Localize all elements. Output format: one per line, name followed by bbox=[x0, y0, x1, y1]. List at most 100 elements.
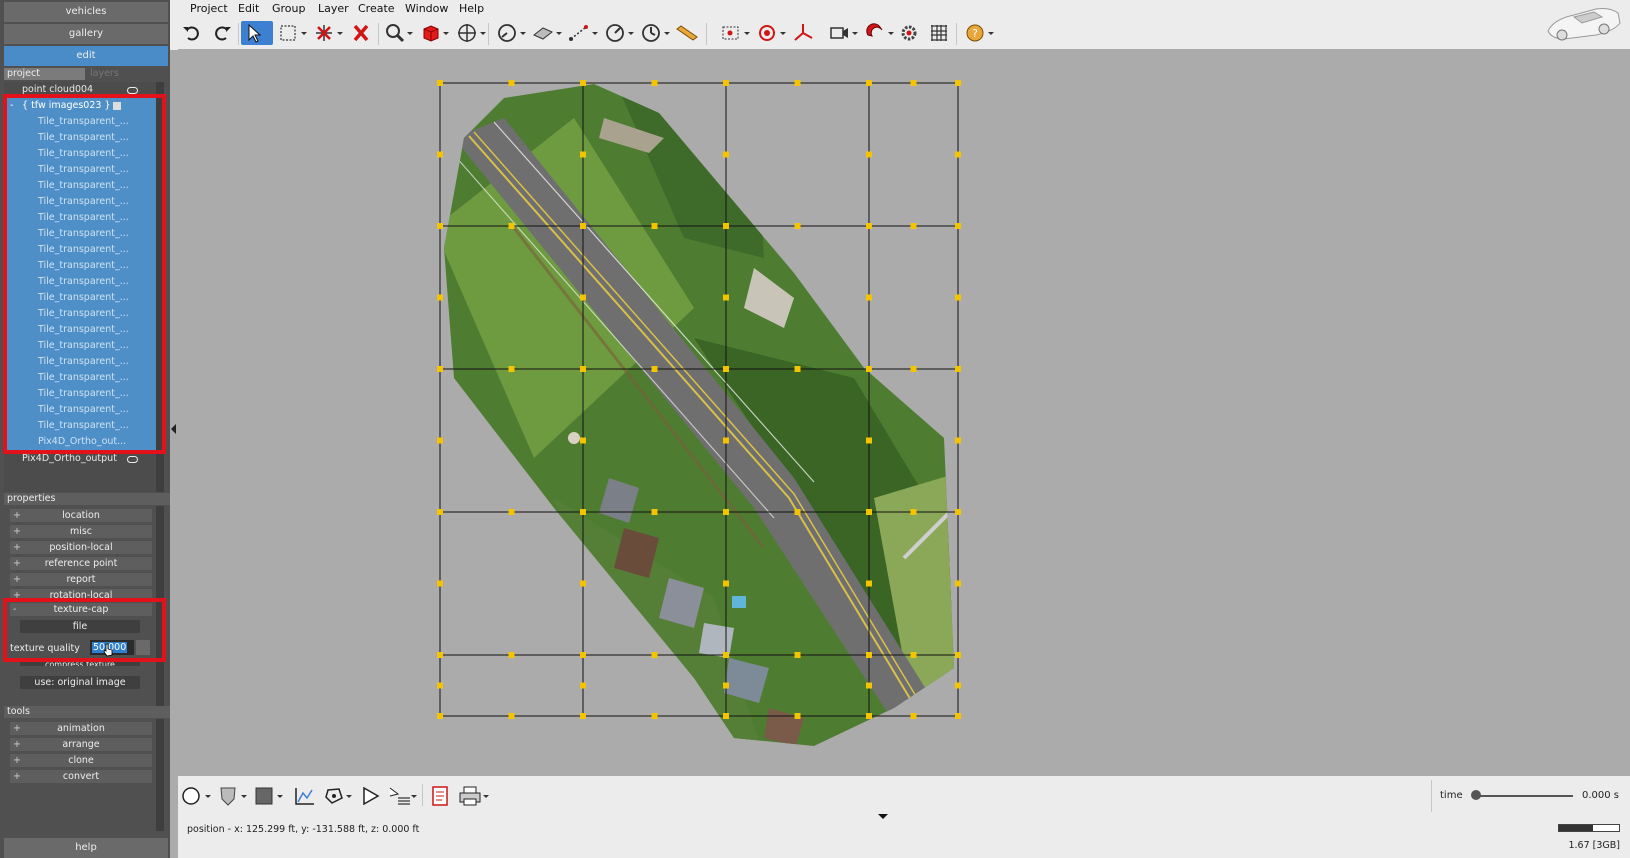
grid-handle[interactable] bbox=[437, 366, 443, 372]
help-icon[interactable]: ? bbox=[962, 21, 988, 45]
orthomosaic-canvas[interactable] bbox=[434, 78, 974, 758]
grid-handle[interactable] bbox=[437, 437, 443, 444]
menu-help[interactable]: Help bbox=[459, 2, 484, 15]
zoom-icon[interactable] bbox=[382, 21, 408, 45]
dropdown-arrow-icon[interactable] bbox=[480, 32, 486, 35]
clock-dial-icon[interactable] bbox=[638, 21, 664, 45]
grid-handle[interactable] bbox=[910, 713, 917, 719]
grid-handle[interactable] bbox=[723, 682, 729, 689]
camera-icon[interactable] bbox=[826, 21, 852, 45]
grid-handle[interactable] bbox=[794, 80, 801, 86]
grid-handle[interactable] bbox=[508, 713, 515, 719]
grid-handle[interactable] bbox=[580, 652, 586, 658]
property-position-local[interactable]: + position-local bbox=[10, 541, 152, 554]
grid-handle[interactable] bbox=[866, 713, 872, 719]
grid-handle[interactable] bbox=[508, 366, 515, 372]
grid-handle[interactable] bbox=[651, 509, 658, 515]
grid-handle[interactable] bbox=[437, 682, 443, 689]
dropdown-arrow-icon[interactable] bbox=[407, 32, 413, 35]
print-icon[interactable] bbox=[456, 784, 484, 808]
grid-handle[interactable] bbox=[437, 652, 443, 658]
3d-viewport[interactable] bbox=[178, 50, 1630, 776]
dropdown-arrow-icon[interactable] bbox=[888, 32, 894, 35]
grid-handle[interactable] bbox=[723, 437, 729, 444]
gallery-button[interactable]: gallery bbox=[4, 24, 168, 44]
grid-handle[interactable] bbox=[866, 437, 872, 444]
ruler-icon[interactable] bbox=[674, 21, 700, 45]
property-report[interactable]: + report bbox=[10, 573, 152, 586]
grid-handle[interactable] bbox=[866, 294, 872, 301]
grid-handle[interactable] bbox=[955, 151, 961, 158]
time-slider-track[interactable] bbox=[1473, 795, 1573, 797]
grid-handle[interactable] bbox=[955, 682, 961, 689]
grid-handle[interactable] bbox=[437, 294, 443, 301]
tool-clone[interactable]: + clone bbox=[10, 754, 152, 767]
dropdown-arrow-icon[interactable] bbox=[520, 32, 526, 35]
grid-handle[interactable] bbox=[910, 366, 917, 372]
grid-handle[interactable] bbox=[508, 509, 515, 515]
rotate-icon[interactable] bbox=[320, 784, 348, 808]
grid-handle[interactable] bbox=[723, 366, 729, 372]
move-target-icon[interactable] bbox=[454, 21, 480, 45]
grid-handle[interactable] bbox=[437, 223, 443, 229]
grid-handle[interactable] bbox=[508, 652, 515, 658]
list-icon[interactable] bbox=[386, 784, 414, 808]
property-location[interactable]: + location bbox=[10, 509, 152, 522]
grid-handle[interactable] bbox=[437, 580, 443, 587]
tab-layers[interactable]: layers bbox=[87, 68, 161, 80]
grid-handle[interactable] bbox=[794, 652, 801, 658]
grid-handle[interactable] bbox=[580, 80, 586, 86]
box-select-icon[interactable] bbox=[276, 21, 302, 45]
grid-handle[interactable] bbox=[580, 223, 586, 229]
grid-handle[interactable] bbox=[955, 80, 961, 86]
grid-handle[interactable] bbox=[580, 366, 586, 372]
plane-icon[interactable] bbox=[530, 21, 556, 45]
grid-handle[interactable] bbox=[580, 294, 586, 301]
grid-handle[interactable] bbox=[723, 294, 729, 301]
redo-icon[interactable] bbox=[209, 21, 235, 45]
grid-handle[interactable] bbox=[794, 509, 801, 515]
menu-group[interactable]: Group bbox=[272, 2, 306, 15]
grid-handle[interactable] bbox=[955, 580, 961, 587]
dropdown-arrow-icon[interactable] bbox=[664, 32, 670, 35]
graph-icon[interactable] bbox=[290, 784, 318, 808]
grid-handle[interactable] bbox=[955, 509, 961, 515]
menu-window[interactable]: Window bbox=[405, 2, 448, 15]
grid-handle[interactable] bbox=[580, 580, 586, 587]
grid-handle[interactable] bbox=[723, 509, 729, 515]
axis-delete-icon[interactable] bbox=[311, 21, 337, 45]
menu-create[interactable]: Create bbox=[358, 2, 395, 15]
visibility-eye-icon[interactable] bbox=[127, 87, 138, 94]
grid-handle[interactable] bbox=[866, 366, 872, 372]
grid-handle[interactable] bbox=[866, 223, 872, 229]
angle-dial-icon[interactable] bbox=[602, 21, 628, 45]
settings-icon[interactable] bbox=[896, 21, 922, 45]
menu-edit[interactable]: Edit bbox=[238, 2, 259, 15]
grid-handle[interactable] bbox=[723, 151, 729, 158]
report-icon[interactable] bbox=[426, 784, 454, 808]
shield-icon[interactable] bbox=[214, 784, 242, 808]
grid-icon[interactable] bbox=[926, 21, 952, 45]
grid-handle[interactable] bbox=[794, 366, 801, 372]
use-original-image-button[interactable]: use: original image bbox=[20, 676, 140, 689]
grid-handle[interactable] bbox=[508, 80, 515, 86]
grid-handle[interactable] bbox=[580, 682, 586, 689]
grid-handle[interactable] bbox=[437, 509, 443, 515]
dropdown-arrow-icon[interactable] bbox=[556, 32, 562, 35]
grid-handle[interactable] bbox=[955, 652, 961, 658]
dropdown-arrow-icon[interactable] bbox=[277, 795, 283, 798]
cube-icon[interactable] bbox=[418, 21, 444, 45]
grid-handle[interactable] bbox=[580, 437, 586, 444]
grid-handle[interactable] bbox=[955, 713, 961, 719]
grid-handle[interactable] bbox=[866, 151, 872, 158]
dropdown-arrow-icon[interactable] bbox=[592, 32, 598, 35]
grid-handle[interactable] bbox=[580, 713, 586, 719]
square-icon[interactable] bbox=[250, 784, 278, 808]
grid-handle[interactable] bbox=[955, 223, 961, 229]
grid-handle[interactable] bbox=[910, 223, 917, 229]
delete-x-icon[interactable] bbox=[348, 21, 374, 45]
expand-down-arrow-icon[interactable] bbox=[878, 814, 888, 819]
dropdown-arrow-icon[interactable] bbox=[337, 32, 343, 35]
visibility-eye-icon[interactable] bbox=[127, 456, 138, 463]
grid-handle[interactable] bbox=[723, 223, 729, 229]
